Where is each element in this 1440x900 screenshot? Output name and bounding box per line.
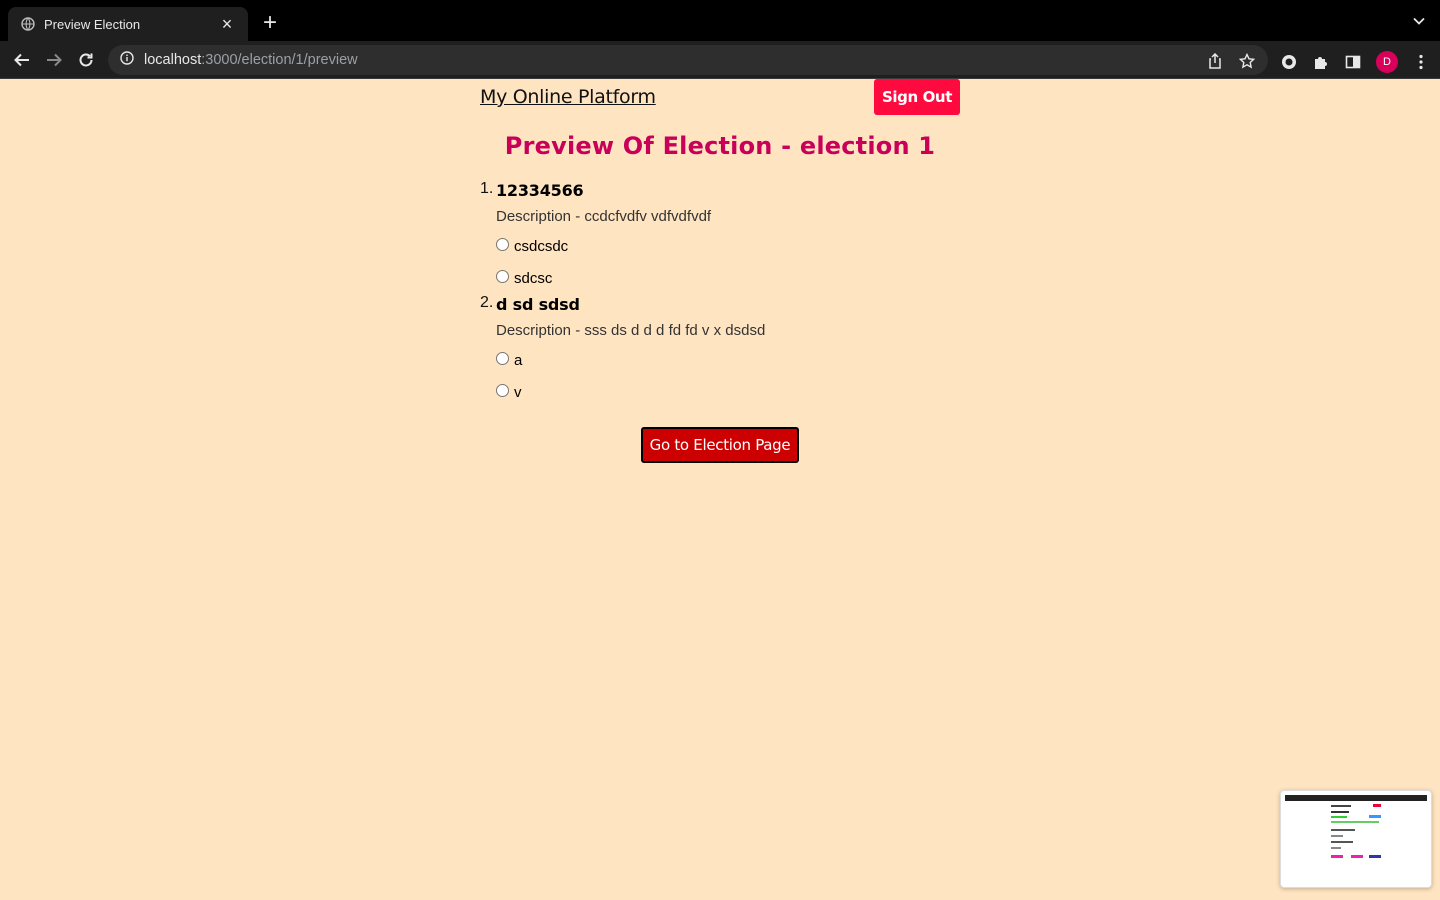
new-tab-icon[interactable]: + bbox=[258, 11, 282, 36]
info-icon[interactable] bbox=[120, 50, 134, 70]
side-panel-icon[interactable] bbox=[1344, 53, 1362, 71]
thumbnail-line bbox=[1351, 855, 1363, 858]
thumbnail-line bbox=[1369, 815, 1381, 818]
thumbnail-chrome bbox=[1285, 795, 1427, 801]
option-radio[interactable] bbox=[496, 270, 509, 283]
question-item: 2. d sd sdsd Description - sss ds d d d … bbox=[480, 294, 1080, 408]
url-text: localhost:3000/election/1/preview bbox=[144, 52, 358, 68]
option-label: csdcsdc bbox=[514, 237, 569, 255]
extension-icon[interactable] bbox=[1280, 53, 1298, 71]
option-row[interactable]: sdcsc bbox=[496, 262, 1080, 294]
browser-tab[interactable]: Preview Election × bbox=[8, 7, 248, 41]
thumbnail-line bbox=[1331, 855, 1343, 858]
share-icon[interactable] bbox=[1206, 52, 1224, 70]
page-content: My Online Platform Sign Out Preview Of E… bbox=[0, 79, 1440, 900]
thumbnail-line bbox=[1331, 805, 1351, 807]
option-row[interactable]: v bbox=[496, 376, 1080, 408]
thumbnail-line bbox=[1331, 847, 1341, 849]
option-radio[interactable] bbox=[496, 238, 509, 251]
question-number: 1. bbox=[480, 180, 494, 197]
option-radio[interactable] bbox=[496, 352, 509, 365]
question-number: 2. bbox=[480, 294, 494, 311]
thumbnail-line bbox=[1331, 821, 1379, 823]
browser-tabstrip: Preview Election × + bbox=[0, 0, 1440, 41]
thumbnail-line bbox=[1331, 841, 1353, 843]
puzzle-icon[interactable] bbox=[1312, 53, 1330, 71]
page-title: Preview Of Election - election 1 bbox=[504, 132, 936, 160]
question-description: Description - sss ds d d d fd fd v x dsd… bbox=[496, 322, 766, 339]
option-label: v bbox=[514, 383, 522, 401]
chevron-down-icon[interactable] bbox=[1412, 14, 1426, 28]
sign-out-button[interactable]: Sign Out bbox=[874, 79, 960, 115]
screenshot-thumbnail[interactable] bbox=[1280, 790, 1432, 888]
go-to-election-page-button[interactable]: Go to Election Page bbox=[641, 427, 799, 463]
close-icon[interactable]: × bbox=[218, 15, 236, 33]
thumbnail-line bbox=[1331, 811, 1349, 813]
option-label: a bbox=[514, 351, 523, 369]
question-list: 1. 12334566 Description - ccdcfvdfv vdfv… bbox=[480, 180, 1080, 408]
question-title: 12334566 bbox=[496, 181, 584, 200]
address-bar[interactable]: localhost:3000/election/1/preview bbox=[108, 45, 1268, 75]
thumbnail-line bbox=[1331, 816, 1347, 818]
question-description: Description - ccdcfvdfv vdfvdfvdf bbox=[496, 208, 712, 225]
star-icon[interactable] bbox=[1238, 52, 1256, 70]
globe-icon bbox=[20, 16, 36, 32]
question-title: d sd sdsd bbox=[496, 295, 580, 314]
thumbnail-line bbox=[1331, 829, 1355, 831]
thumbnail-line bbox=[1331, 835, 1343, 837]
browser-toolbar: localhost:3000/election/1/preview D bbox=[0, 41, 1440, 79]
brand-link[interactable]: My Online Platform bbox=[480, 86, 656, 108]
option-label: sdcsc bbox=[514, 269, 553, 287]
option-row[interactable]: csdcsdc bbox=[496, 230, 1080, 262]
thumbnail-line bbox=[1373, 804, 1381, 807]
more-menu-icon[interactable] bbox=[1412, 53, 1430, 71]
option-radio[interactable] bbox=[496, 384, 509, 397]
thumbnail-line bbox=[1369, 855, 1381, 858]
option-row[interactable]: a bbox=[496, 344, 1080, 376]
forward-icon[interactable] bbox=[43, 49, 65, 71]
question-item: 1. 12334566 Description - ccdcfvdfv vdfv… bbox=[480, 180, 1080, 294]
back-icon[interactable] bbox=[11, 49, 33, 71]
profile-avatar[interactable]: D bbox=[1376, 51, 1398, 73]
reload-icon[interactable] bbox=[75, 49, 97, 71]
tab-title: Preview Election bbox=[44, 16, 141, 32]
